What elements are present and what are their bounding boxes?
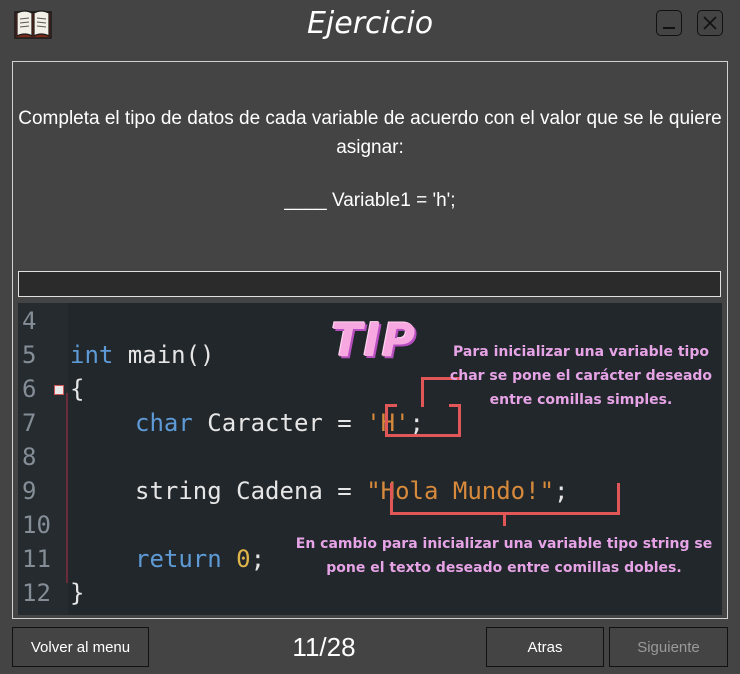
code-example: 4 5 6 7 8 9 10 11 12 int main() { char C… (18, 303, 722, 615)
minimize-icon (663, 27, 675, 29)
code-keyword: char (135, 409, 193, 437)
line-number: 10 (22, 511, 51, 539)
line-number: 11 (22, 545, 51, 573)
code-text: main() (113, 341, 215, 369)
code-text: ; (250, 545, 266, 573)
line-number: 6 (22, 375, 37, 403)
char-tip-note: Para inicializar una variable tipo char … (449, 344, 713, 408)
line-number: 9 (22, 477, 37, 505)
question-block: Completa el tipo de datos de cada variab… (12, 104, 728, 215)
code-line-close-brace: } (70, 579, 85, 607)
string-bracket-stem (503, 512, 506, 526)
back-to-menu-button[interactable]: Volver al menu (12, 627, 149, 667)
code-line-char: char Caracter = 'H'; (135, 409, 424, 437)
code-line-open-brace: { (70, 375, 85, 403)
tip-title: TIP (331, 313, 417, 367)
line-number: 12 (22, 579, 51, 607)
char-bracket-corner-left (385, 404, 397, 410)
line-number: 8 (22, 443, 37, 471)
fold-bar (66, 393, 68, 583)
line-number: 4 (22, 307, 37, 335)
question-code-line: ____ Variable1 = 'h'; (284, 190, 456, 211)
close-button[interactable] (697, 10, 723, 36)
next-button[interactable]: Siguiente (609, 627, 728, 667)
minimize-button[interactable] (656, 10, 682, 36)
code-line-main: int main() (70, 341, 215, 369)
answer-input[interactable] (18, 271, 721, 297)
question-text: Completa el tipo de datos de cada variab… (18, 108, 722, 158)
page-counter: 11/28 (292, 632, 356, 662)
code-text: Caracter = (192, 409, 367, 437)
line-number: 7 (22, 409, 37, 437)
code-number: 0 (236, 545, 251, 573)
code-line-return: return 0; (135, 545, 265, 573)
string-tip-note: En cambio para inicializar una variable … (295, 536, 713, 576)
code-keyword: return (135, 545, 222, 573)
code-text: string Cadena = (135, 477, 367, 505)
string-bracket (390, 483, 620, 515)
line-number: 5 (22, 341, 37, 369)
code-keyword: int (70, 341, 114, 369)
close-icon (703, 16, 717, 30)
previous-button[interactable]: Atras (486, 627, 604, 667)
window-title: Ejercicio (306, 6, 434, 41)
